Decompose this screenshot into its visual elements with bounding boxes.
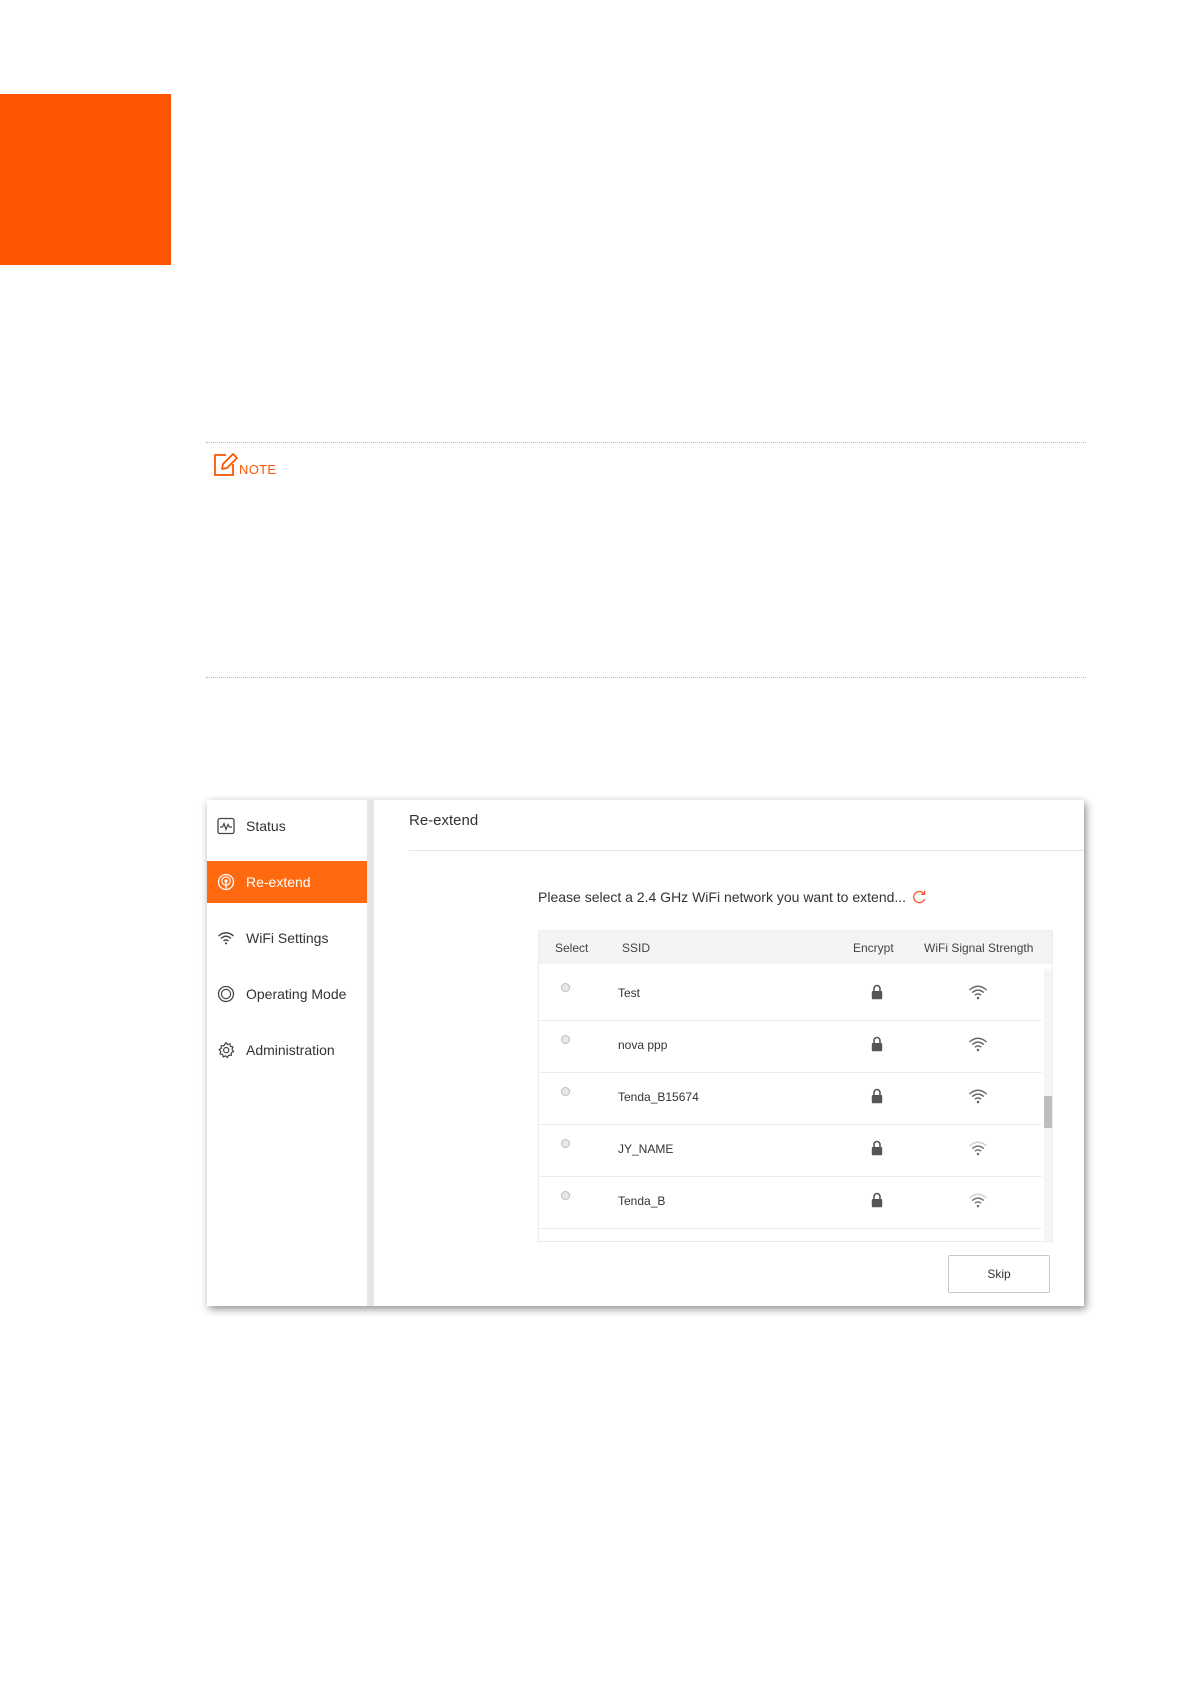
- table-row[interactable]: nova ppp: [539, 1021, 1042, 1073]
- re-extend-icon: [217, 873, 235, 891]
- sidebar-item-label: Operating Mode: [246, 986, 347, 1002]
- operating-mode-icon: [217, 985, 235, 1003]
- signal-strength-icon: [968, 1140, 988, 1159]
- ssid-cell: Tenda_B15674: [618, 1090, 699, 1104]
- lock-icon: [871, 1036, 883, 1055]
- table-row[interactable]: JY_NAME: [539, 1125, 1042, 1177]
- note-pencil-icon: [212, 452, 238, 478]
- lock-icon: [871, 1140, 883, 1159]
- table-row[interactable]: Tenda_B: [539, 1177, 1042, 1229]
- signal-strength-icon: [968, 1036, 988, 1055]
- sidebar-item-status[interactable]: Status: [207, 805, 367, 847]
- sidebar-item-re-extend[interactable]: Re-extend: [207, 861, 367, 903]
- ssid-cell: Tenda_B: [618, 1194, 666, 1208]
- column-header-ssid: SSID: [622, 941, 651, 955]
- lock-icon: [871, 1192, 883, 1211]
- column-header-select: Select: [555, 941, 589, 955]
- sidebar-item-label: WiFi Settings: [246, 930, 329, 946]
- sidebar-item-wifi-settings[interactable]: WiFi Settings: [207, 917, 367, 959]
- wifi-network-table: Select SSID Encrypt WiFi Signal Strength…: [538, 930, 1053, 1242]
- select-radio[interactable]: [561, 1139, 570, 1148]
- ssid-cell: JY_NAME: [618, 1142, 674, 1156]
- refresh-icon[interactable]: [911, 889, 927, 905]
- sidebar: Status Re-extend WiFi Settings Operating…: [207, 800, 367, 1306]
- select-radio[interactable]: [561, 1191, 570, 1200]
- table-row[interactable]: Test: [539, 969, 1042, 1021]
- table-scrollbar-thumb[interactable]: [1044, 1096, 1052, 1128]
- column-header-signal: WiFi Signal Strength: [924, 941, 1034, 955]
- title-divider: [409, 850, 1084, 851]
- select-radio[interactable]: [561, 1035, 570, 1044]
- sidebar-item-label: Re-extend: [246, 874, 311, 890]
- ssid-cell: nova ppp: [618, 1038, 668, 1052]
- ssid-cell: Test: [618, 986, 641, 1000]
- page-title: Re-extend: [409, 812, 479, 829]
- sidebar-item-administration[interactable]: Administration: [207, 1029, 367, 1071]
- network-select-prompt: Please select a 2.4 GHz WiFi network you…: [538, 889, 927, 905]
- skip-button[interactable]: Skip: [948, 1255, 1050, 1293]
- table-header: Select SSID Encrypt WiFi Signal Strength: [539, 931, 1052, 964]
- sidebar-divider: [367, 800, 374, 1306]
- note-bottom-divider: [206, 677, 1086, 678]
- table-row[interactable]: Tenda_B15674: [539, 1073, 1042, 1125]
- status-icon: [217, 817, 235, 835]
- prompt-text: Please select a 2.4 GHz WiFi network you…: [538, 889, 907, 905]
- web-ui-screenshot: Status Re-extend WiFi Settings Operating…: [207, 800, 1084, 1306]
- sidebar-item-operating-mode[interactable]: Operating Mode: [207, 973, 367, 1015]
- select-radio[interactable]: [561, 1087, 570, 1096]
- lock-icon: [871, 1088, 883, 1107]
- wifi-icon: [217, 929, 235, 947]
- note-label: NOTE: [239, 462, 277, 477]
- signal-strength-icon: [968, 984, 988, 1003]
- table-body: Test nova ppp Tenda_B15674 JY_NAME Tenda…: [539, 969, 1042, 1229]
- chapter-tab-block: [0, 94, 171, 265]
- column-header-encrypt: Encrypt: [853, 941, 894, 955]
- note-top-divider: [206, 442, 1086, 443]
- main-content: Re-extend Please select a 2.4 GHz WiFi n…: [374, 800, 1084, 1306]
- gear-icon: [217, 1041, 235, 1059]
- sidebar-item-label: Status: [246, 818, 286, 834]
- signal-strength-icon: [968, 1088, 988, 1107]
- sidebar-item-label: Administration: [246, 1042, 335, 1058]
- lock-icon: [871, 984, 883, 1003]
- signal-strength-icon: [968, 1192, 988, 1211]
- select-radio[interactable]: [561, 983, 570, 992]
- note-heading: NOTE: [212, 452, 276, 478]
